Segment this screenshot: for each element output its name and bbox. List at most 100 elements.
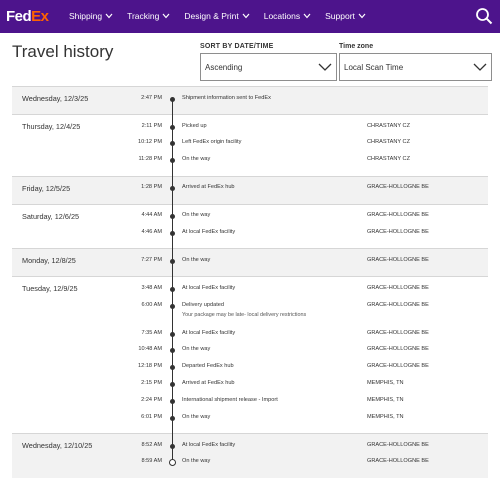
event-location: GRACE-HOLLOGNE BE	[367, 256, 429, 263]
nav-design-print[interactable]: Design & Print	[184, 11, 250, 21]
event-status: On the way	[182, 256, 211, 263]
event-location: CHRASTANY CZ	[367, 139, 410, 146]
event-status: On the way	[182, 346, 211, 353]
chevron-down-icon	[473, 63, 487, 71]
event-time: 2:11 PM	[141, 122, 162, 129]
event-time: 7:27 PM	[141, 256, 162, 263]
event-time: 8:52 AM	[141, 441, 162, 448]
event-status: At local FedEx facility	[182, 441, 236, 448]
timeline-dot	[170, 381, 175, 387]
timezone-label: Time zone	[339, 43, 374, 50]
event-status: Departed FedEx hub	[182, 363, 234, 370]
event-location: CHRASTANY CZ	[367, 156, 410, 163]
timeline-day-group	[12, 203, 488, 249]
logo-ex-text: Ex	[31, 8, 49, 25]
timeline-dot	[170, 303, 175, 309]
event-status: At local FedEx facility	[182, 284, 236, 291]
timeline-dot	[170, 398, 175, 404]
chevron-down-icon	[242, 13, 250, 19]
chevron-down-icon	[358, 13, 366, 19]
day-separator	[12, 248, 488, 250]
day-separator	[12, 433, 488, 434]
event-time: 10:12 PM	[138, 139, 162, 146]
event-time: 3:48 AM	[141, 284, 162, 291]
event-location: GRACE-HOLLOGNE BE	[367, 184, 429, 191]
event-status: Arrived at FedEx hub	[182, 379, 235, 386]
sort-label: SORT BY DATE/TIME	[200, 43, 274, 50]
timeline-dot	[170, 258, 175, 264]
timeline-day-group	[12, 276, 488, 433]
nav-shipping[interactable]: Shipping	[69, 11, 113, 21]
nav-shipping-label: Shipping	[69, 11, 103, 21]
timeline-dot	[170, 96, 175, 102]
event-location: GRACE-HOLLOGNE BE	[367, 329, 429, 336]
chevron-down-icon	[318, 63, 332, 71]
timeline-day-group	[12, 114, 488, 176]
event-status: Shipment information sent to FedEx	[182, 94, 271, 101]
event-time: 2:15 PM	[141, 379, 162, 386]
day-date: Saturday, 12/6/25	[22, 211, 80, 221]
nav-tracking[interactable]: Tracking	[127, 11, 170, 21]
event-location: GRACE-HOLLOGNE BE	[367, 441, 429, 448]
day-separator	[12, 276, 488, 278]
event-location: GRACE-HOLLOGNE BE	[367, 228, 429, 235]
top-nav-bar: FedEx Shipping Tracking Design & Print L…	[0, 0, 500, 33]
timeline-dot	[170, 443, 175, 449]
nav-support[interactable]: Support	[325, 11, 366, 21]
timezone-select[interactable]: Local Scan Time	[339, 53, 492, 81]
event-time: 6:01 PM	[141, 413, 162, 420]
timeline-dot	[170, 230, 175, 236]
chevron-down-icon	[303, 13, 311, 19]
event-location: GRACE-HOLLOGNE BE	[367, 363, 429, 370]
event-status: International shipment release - Import	[182, 396, 278, 403]
event-status: On the way	[182, 156, 211, 163]
day-date: Wednesday, 12/3/25	[22, 94, 89, 103]
page-title: Travel history	[12, 42, 114, 61]
nav-tracking-label: Tracking	[127, 11, 160, 21]
event-location: MEMPHIS, TN	[367, 396, 404, 403]
timeline-line	[172, 98, 173, 463]
event-location: MEMPHIS, TN	[367, 413, 404, 420]
event-time: 2:24 PM	[141, 396, 162, 403]
event-status: Picked up	[182, 122, 207, 129]
main-nav: Shipping Tracking Design & Print Locatio…	[69, 11, 380, 21]
event-status: Delivery updated	[182, 301, 224, 308]
timeline-day-group	[12, 433, 488, 478]
event-time: 6:00 AM	[141, 301, 162, 308]
nav-support-label: Support	[325, 11, 355, 21]
chevron-down-icon	[162, 13, 170, 19]
sort-select-value: Ascending	[205, 63, 243, 72]
nav-locations[interactable]: Locations	[264, 11, 311, 21]
day-separator	[12, 86, 488, 87]
fedex-logo[interactable]: FedEx	[6, 8, 49, 25]
event-status: Left FedEx origin facility	[182, 139, 242, 146]
event-time: 4:44 AM	[141, 212, 162, 219]
day-separator	[12, 175, 488, 177]
day-separator	[12, 203, 488, 205]
event-status: At local FedEx facility	[182, 228, 236, 235]
event-time: 10:48 AM	[138, 346, 162, 353]
event-location: MEMPHIS, TN	[367, 379, 404, 386]
timezone-select-value: Local Scan Time	[344, 63, 404, 72]
timeline-dot	[170, 331, 175, 337]
event-location: GRACE-HOLLOGNE BE	[367, 284, 429, 291]
sort-select[interactable]: Ascending	[200, 53, 337, 81]
event-time: 1:28 PM	[141, 184, 162, 191]
event-location: CHRASTANY CZ	[367, 122, 410, 129]
event-location: GRACE-HOLLOGNE BE	[367, 301, 429, 308]
event-time: 2:47 PM	[141, 94, 162, 101]
day-date: Tuesday, 12/9/25	[22, 284, 78, 294]
logo-fed-text: Fed	[6, 8, 32, 25]
timeline-dot	[170, 415, 175, 421]
search-icon[interactable]	[475, 7, 493, 25]
event-status: On the way	[182, 458, 211, 465]
event-time: 12:18 PM	[138, 363, 162, 370]
chevron-down-icon	[105, 13, 113, 19]
nav-design-print-label: Design & Print	[184, 11, 239, 21]
event-time: 8:59 AM	[141, 458, 162, 465]
day-date: Monday, 12/8/25	[22, 256, 76, 266]
timeline-dot	[170, 286, 175, 292]
nav-locations-label: Locations	[263, 11, 301, 21]
event-status: On the way	[182, 413, 211, 420]
event-status: At local FedEx facility	[182, 329, 236, 336]
